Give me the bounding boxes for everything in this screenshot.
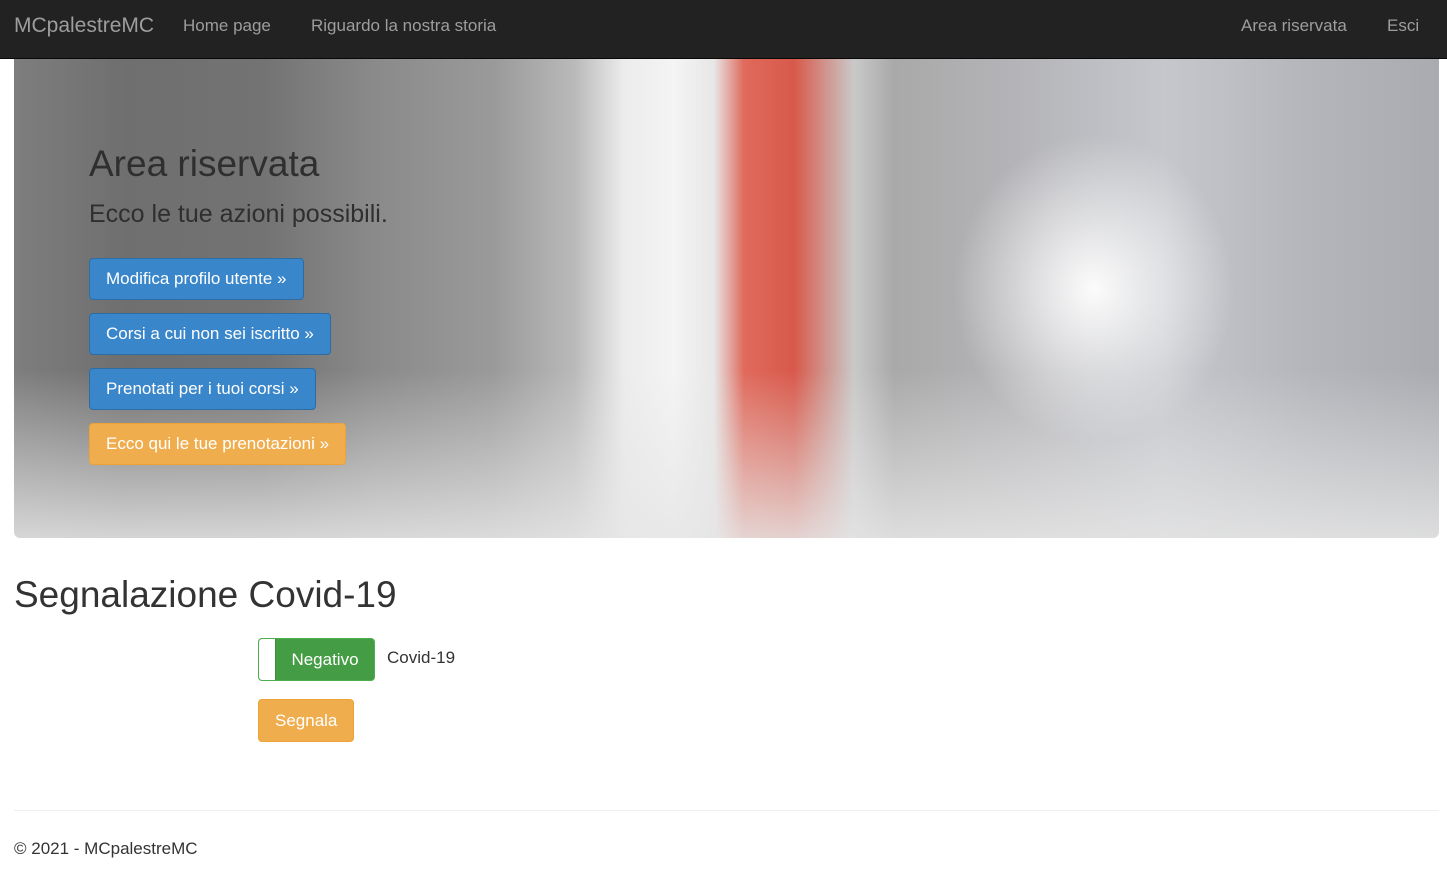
nav-logout-link[interactable]: Esci <box>1387 16 1419 36</box>
brand-link[interactable]: MCpalestreMC <box>14 14 154 38</box>
hero-title: Area riservata <box>89 143 320 184</box>
other-courses-button[interactable]: Corsi a cui non sei iscritto » <box>89 313 331 355</box>
nav-reserved-area-link[interactable]: Area riservata <box>1241 16 1347 36</box>
footer-divider <box>14 810 1439 811</box>
footer-copyright: © 2021 - MCpalestreMC <box>14 839 198 858</box>
top-navbar: MCpalestreMC Home page Riguardo la nostr… <box>0 0 1447 59</box>
covid-toggle-label: Covid-19 <box>387 648 456 667</box>
toggle-handle[interactable] <box>259 639 276 680</box>
edit-profile-button[interactable]: Modifica profilo utente » <box>89 258 304 300</box>
my-bookings-button[interactable]: Ecco qui le tue prenotazioni » <box>89 423 347 465</box>
report-button[interactable]: Segnala <box>258 699 355 742</box>
covid-section-title: Segnalazione Covid-19 <box>14 574 397 615</box>
hero-subtitle: Ecco le tue azioni possibili. <box>89 200 388 228</box>
toggle-state-label: Negativo <box>291 650 359 669</box>
nav-history-link[interactable]: Riguardo la nostra storia <box>311 16 496 36</box>
book-courses-button[interactable]: Prenotati per i tuoi corsi » <box>89 368 316 410</box>
nav-home-link[interactable]: Home page <box>183 16 271 36</box>
hero-jumbotron: Area riservata Ecco le tue azioni possib… <box>14 59 1439 538</box>
covid-status-toggle[interactable]: Negativo <box>258 638 375 681</box>
